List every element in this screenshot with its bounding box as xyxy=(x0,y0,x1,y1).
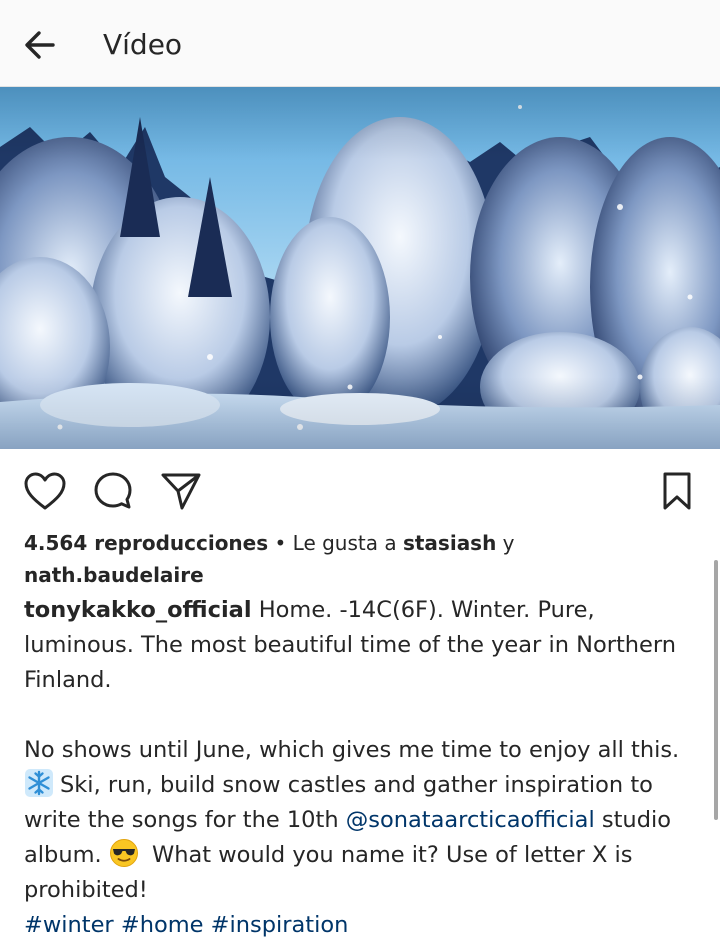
views-and-likes: 4.564 reproducciones • Le gusta a stasia… xyxy=(24,527,694,591)
save-button[interactable] xyxy=(651,465,703,517)
bookmark-icon xyxy=(663,472,691,510)
sunglasses-emoji-icon xyxy=(109,838,139,868)
views-count[interactable]: 4.564 reproducciones xyxy=(24,531,268,555)
post-action-bar xyxy=(0,455,720,525)
scrollbar[interactable] xyxy=(714,560,718,820)
liked-by-and: y xyxy=(496,531,515,555)
liked-by-user-2[interactable]: nath.baudelaire xyxy=(24,563,204,587)
snowflake-emoji-icon xyxy=(24,768,54,798)
liked-by-prefix: Le gusta a xyxy=(292,531,403,555)
mention-link[interactable]: @sonataarcticaofficial xyxy=(346,807,595,833)
hashtag-list: #winter #home #inspiration xyxy=(24,908,694,943)
comment-bubble-icon xyxy=(94,472,132,509)
arrow-left-icon xyxy=(25,31,55,59)
like-button[interactable] xyxy=(19,465,71,517)
hashtag-link[interactable]: #inspiration xyxy=(211,912,349,938)
top-app-bar: Vídeo xyxy=(0,0,720,87)
paper-plane-icon xyxy=(161,473,201,510)
caption-text-2: No shows until June, which gives me time… xyxy=(24,737,680,763)
video-player[interactable] xyxy=(0,87,720,449)
heart-icon xyxy=(24,472,66,510)
caption-second-paragraph: No shows until June, which gives me time… xyxy=(24,733,694,908)
hashtag-link[interactable]: #winter xyxy=(24,912,114,938)
hashtag-link[interactable]: #home xyxy=(121,912,204,938)
page-title: Vídeo xyxy=(103,28,183,61)
back-button[interactable] xyxy=(14,22,66,68)
liked-by-user-1[interactable]: stasiash xyxy=(403,531,496,555)
separator-dot: • xyxy=(268,531,293,555)
caption-first-paragraph: tonykakko_official Home. -14C(6F). Winte… xyxy=(24,593,694,698)
snowy-forest-thumbnail xyxy=(0,87,720,449)
comment-button[interactable] xyxy=(87,465,139,517)
author-username[interactable]: tonykakko_official xyxy=(24,597,252,623)
post-caption-area: 4.564 reproducciones • Le gusta a stasia… xyxy=(24,527,694,943)
share-button[interactable] xyxy=(155,465,207,517)
